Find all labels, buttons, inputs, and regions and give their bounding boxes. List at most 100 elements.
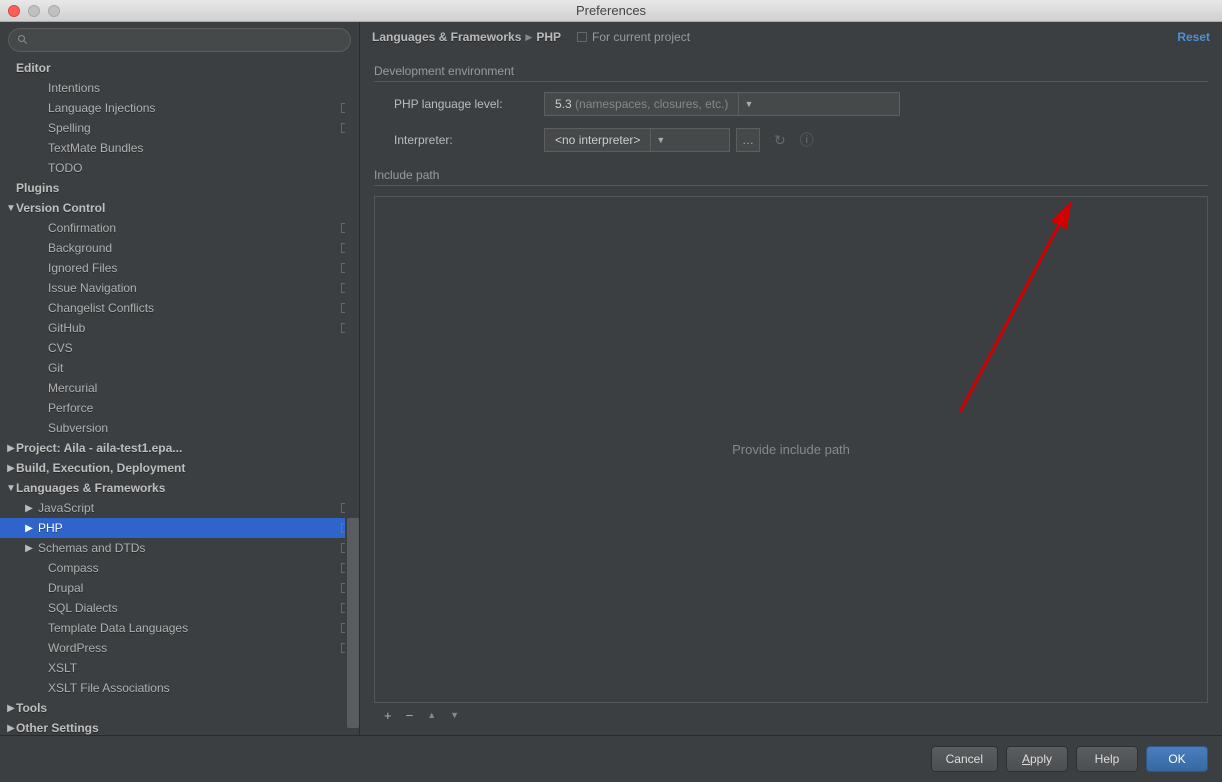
tree-item-label: Perforce <box>48 401 351 415</box>
tree-item[interactable]: CVS <box>0 338 359 358</box>
tree-item[interactable]: Changelist Conflicts <box>0 298 359 318</box>
tree-item[interactable]: Subversion <box>0 418 359 438</box>
expand-arrow-icon: ▶ <box>6 463 16 474</box>
info-icon[interactable]: ⓘ <box>800 130 814 150</box>
search-input[interactable] <box>35 33 342 47</box>
tree-item-label: Confirmation <box>48 221 337 235</box>
tree-item[interactable]: XSLT File Associations <box>0 678 359 698</box>
tree-item[interactable]: XSLT <box>0 658 359 678</box>
apply-button[interactable]: Apply <box>1006 746 1068 772</box>
tree-category[interactable]: ▼Version Control <box>0 198 359 218</box>
tree-item[interactable]: Spelling <box>0 118 359 138</box>
tree-item[interactable]: TextMate Bundles <box>0 138 359 158</box>
main-panel: Languages & Frameworks ▶ PHP For current… <box>360 22 1222 735</box>
dialog-footer: Cancel Apply Help OK <box>0 735 1222 782</box>
reset-link[interactable]: Reset <box>1177 30 1210 44</box>
tree-category[interactable]: ▶Other Settings <box>0 718 359 735</box>
remove-button[interactable]: − <box>406 708 414 723</box>
php-language-level-select[interactable]: 5.3 (namespaces, closures, etc.) ▼ <box>544 92 900 116</box>
tree-item-label: JavaScript <box>38 501 337 515</box>
php-language-level-value: 5.3 (namespaces, closures, etc.) <box>545 97 738 111</box>
tree-category[interactable]: ▼Languages & Frameworks <box>0 478 359 498</box>
tree-item[interactable]: ▶ Schemas and DTDs <box>0 538 359 558</box>
tree-item-label: Other Settings <box>16 721 351 735</box>
tree-item-label: TextMate Bundles <box>48 141 351 155</box>
tree-item-label: CVS <box>48 341 351 355</box>
tree-item-label: Spelling <box>48 121 337 135</box>
tree-item-label: Intentions <box>48 81 351 95</box>
tree-item[interactable]: Perforce <box>0 398 359 418</box>
move-up-button[interactable]: ▲ <box>427 710 436 720</box>
scrollbar-thumb[interactable] <box>347 518 359 728</box>
tree-item-label: GitHub <box>48 321 337 335</box>
chevron-down-icon[interactable]: ▼ <box>738 93 758 115</box>
tree-item-label: Subversion <box>48 421 351 435</box>
reload-icon[interactable]: ↻ <box>774 132 786 149</box>
move-down-button[interactable]: ▼ <box>450 710 459 720</box>
search-input-wrapper[interactable] <box>8 28 351 52</box>
tree-item[interactable]: Mercurial <box>0 378 359 398</box>
expand-arrow-icon: ▶ <box>24 503 34 514</box>
tree-category[interactable]: ▶Build, Execution, Deployment <box>0 458 359 478</box>
tree-item-label: Background <box>48 241 337 255</box>
chevron-down-icon[interactable]: ▼ <box>650 129 670 151</box>
tree-item[interactable]: ▶ JavaScript <box>0 498 359 518</box>
sidebar: Editor Intentions Language Injections Spell… <box>0 22 360 735</box>
tree-item[interactable]: Issue Navigation <box>0 278 359 298</box>
tree-item-label: Plugins <box>16 181 351 195</box>
breadcrumb-parent[interactable]: Languages & Frameworks <box>372 30 521 44</box>
tree-item[interactable]: GitHub <box>0 318 359 338</box>
tree-item[interactable]: SQL Dialects <box>0 598 359 618</box>
include-path-section-title: Include path <box>374 168 1208 182</box>
interpreter-value: <no interpreter> <box>545 133 650 147</box>
tree-item[interactable]: Ignored Files <box>0 258 359 278</box>
expand-arrow-icon: ▶ <box>24 543 34 554</box>
tree-item-label: WordPress <box>48 641 337 655</box>
include-path-list[interactable]: Provide include path <box>374 196 1208 703</box>
cancel-button[interactable]: Cancel <box>931 746 998 772</box>
tree-item[interactable]: ▶ PHP <box>0 518 359 538</box>
tree-item-label: Ignored Files <box>48 261 337 275</box>
tree-item-label: Drupal <box>48 581 337 595</box>
window-titlebar: Preferences <box>0 0 1222 22</box>
tree-item[interactable]: Confirmation <box>0 218 359 238</box>
interpreter-label: Interpreter: <box>394 133 544 147</box>
help-button[interactable]: Help <box>1076 746 1138 772</box>
tree-item-label: Version Control <box>16 201 351 215</box>
breadcrumb: Languages & Frameworks ▶ PHP For current… <box>360 22 1222 52</box>
interpreter-select[interactable]: <no interpreter> ▼ <box>544 128 730 152</box>
project-icon <box>577 32 587 42</box>
tree-item[interactable]: WordPress <box>0 638 359 658</box>
interpreter-row: Interpreter: <no interpreter> ▼ … ↻ ⓘ <box>374 128 1208 152</box>
settings-tree[interactable]: Editor Intentions Language Injections Spell… <box>0 58 359 735</box>
tree-item-label: Template Data Languages <box>48 621 337 635</box>
tree-item[interactable]: Git <box>0 358 359 378</box>
tree-item[interactable]: Background <box>0 238 359 258</box>
tree-item-label: Compass <box>48 561 337 575</box>
tree-item[interactable]: Drupal <box>0 578 359 598</box>
expand-arrow-icon: ▶ <box>6 703 16 714</box>
search-icon <box>17 34 29 46</box>
ok-button[interactable]: OK <box>1146 746 1208 772</box>
php-language-level-row: PHP language level: 5.3 (namespaces, clo… <box>374 92 1208 116</box>
tree-item[interactable]: Template Data Languages <box>0 618 359 638</box>
tree-item[interactable]: TODO <box>0 158 359 178</box>
tree-item[interactable]: Intentions <box>0 78 359 98</box>
tree-item-label: Language Injections <box>48 101 337 115</box>
tree-category[interactable]: Editor <box>0 58 359 78</box>
sidebar-scrollbar[interactable] <box>345 58 359 735</box>
tree-item-label: Schemas and DTDs <box>38 541 337 555</box>
tree-item[interactable]: Compass <box>0 558 359 578</box>
add-button[interactable]: + <box>384 708 392 723</box>
interpreter-browse-button[interactable]: … <box>736 128 760 152</box>
tree-item-label: Changelist Conflicts <box>48 301 337 315</box>
tree-item-label: PHP <box>38 521 337 535</box>
tree-category[interactable]: ▶Project: Aila - aila-test1.epa... <box>0 438 359 458</box>
expand-arrow-icon: ▶ <box>6 443 16 454</box>
expand-arrow-icon: ▶ <box>24 523 34 534</box>
tree-item[interactable]: Language Injections <box>0 98 359 118</box>
tree-item-label: Tools <box>16 701 351 715</box>
breadcrumb-current: PHP <box>536 30 561 44</box>
tree-category[interactable]: Plugins <box>0 178 359 198</box>
tree-category[interactable]: ▶Tools <box>0 698 359 718</box>
